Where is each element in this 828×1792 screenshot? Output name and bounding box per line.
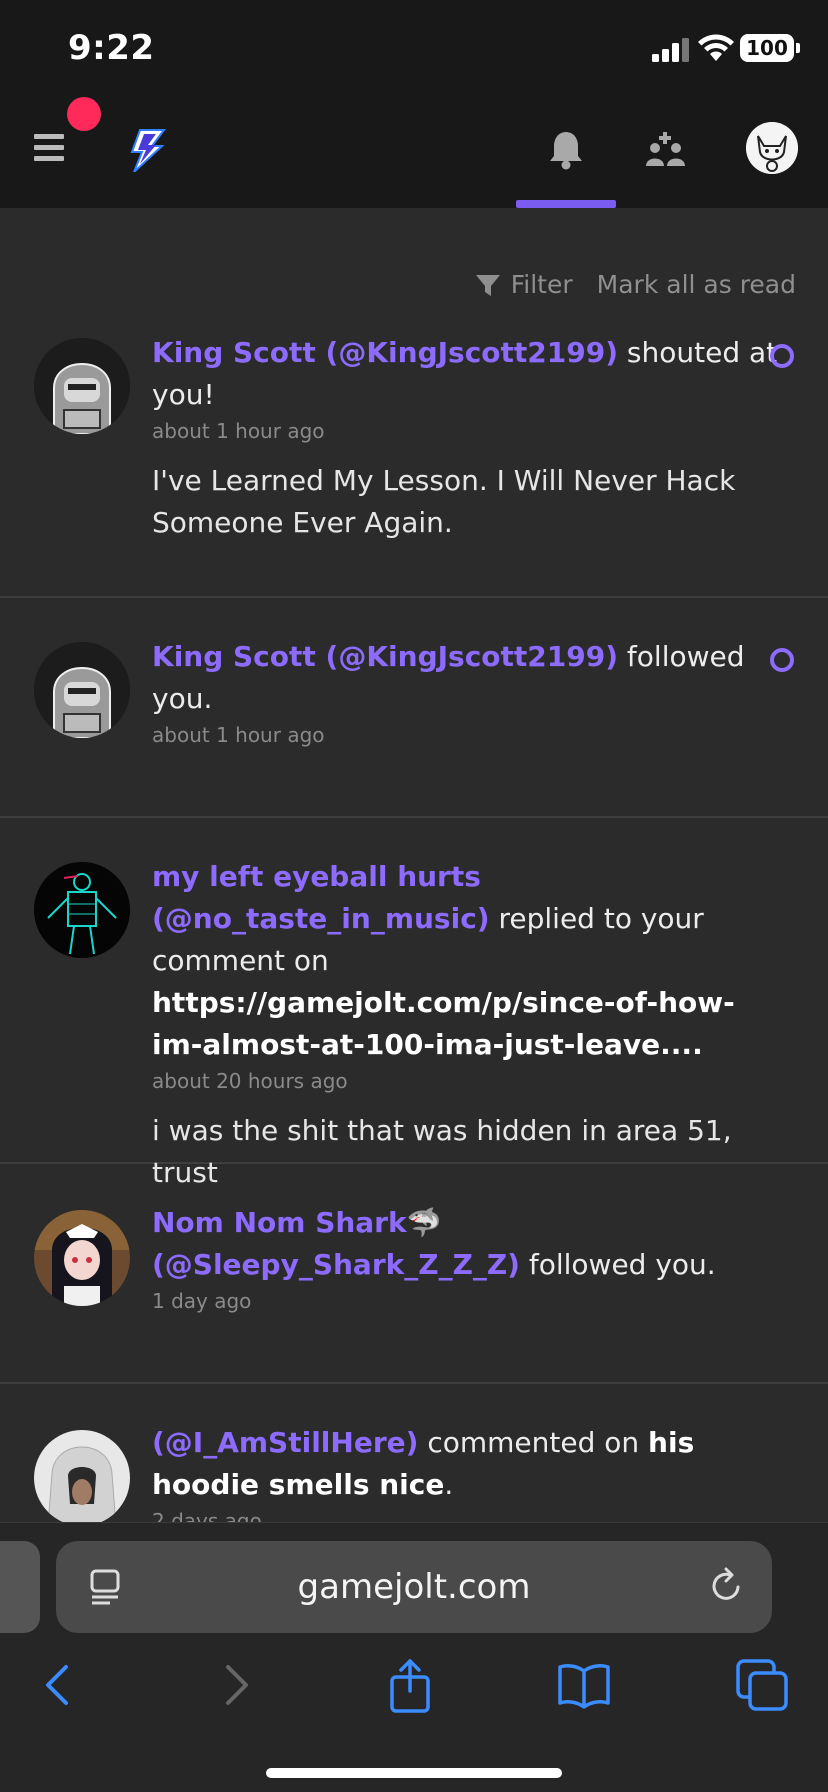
wifi-icon [698,34,734,61]
previous-tab-preview[interactable] [0,1541,40,1633]
home-indicator[interactable] [266,1768,562,1778]
bookmarks-icon[interactable] [556,1657,612,1713]
hooded-figure-avatar-icon [34,338,130,434]
user-link[interactable]: Nom Nom Shark🦈 (@Sleepy_Shark_Z_Z_Z) [152,1206,520,1281]
top-nav [0,92,828,208]
notification-content: (@I_AmStillHere) commented on his hoodie… [152,1422,784,1524]
avatar[interactable] [34,1210,130,1306]
tabs-icon[interactable] [734,1657,790,1713]
notification-title: King Scott (@KingJscott2199) followed yo… [152,636,784,720]
battery-indicator: 100 [740,34,800,62]
filter-label: Filter [510,270,573,299]
notification-item[interactable]: King Scott (@KingJscott2199) followed yo… [0,598,828,818]
notification-action: followed you. [519,1248,716,1281]
notification-badge [67,97,101,131]
notification-content: my left eyeball hurts (@no_taste_in_musi… [152,856,784,1194]
avatar[interactable] [34,1430,130,1524]
notification-content: King Scott (@KingJscott2199) shouted at … [152,332,784,544]
notification-title: (@I_AmStillHere) commented on his hoodie… [152,1422,784,1506]
notification-time: 1 day ago [152,1289,252,1313]
user-link[interactable]: King Scott (@KingJscott2199) [152,640,618,673]
mark-all-read-button[interactable]: Mark all as read [597,270,796,299]
avatar[interactable] [34,338,130,434]
menu-icon[interactable] [34,134,64,162]
forward-icon[interactable] [208,1657,264,1713]
reload-icon[interactable] [708,1567,744,1605]
hooded-figure-avatar-icon [34,642,130,738]
wireframe-figure-avatar-icon [34,862,130,958]
cellular-signal-icon [652,38,689,62]
anime-girl-avatar-icon [34,1210,130,1306]
active-tab-indicator [516,200,616,208]
back-icon[interactable] [30,1657,86,1713]
address-bar[interactable]: gamejolt.com [56,1541,772,1633]
notification-message: I've Learned My Lesson. I Will Never Hac… [152,464,736,539]
url-text: gamejolt.com [297,1567,531,1607]
hooded-assassin-avatar-icon [34,1430,130,1524]
user-avatar-icon [746,122,798,174]
unread-indicator[interactable] [770,344,794,368]
user-link[interactable]: (@I_AmStillHere) [152,1426,418,1459]
avatar[interactable] [34,642,130,738]
filter-icon [475,274,500,296]
notification-title: Nom Nom Shark🦈 (@Sleepy_Shark_Z_Z_Z) fol… [152,1202,784,1286]
status-time: 9:22 [68,28,155,68]
notification-time: about 1 hour ago [152,419,325,443]
gamejolt-logo-icon[interactable] [126,128,166,172]
friend-requests-icon[interactable] [646,132,686,168]
notification-content: Nom Nom Shark🦈 (@Sleepy_Shark_Z_Z_Z) fol… [152,1202,784,1316]
browser-toolbar: gamejolt.com [0,1522,828,1792]
avatar[interactable] [34,862,130,958]
filter-button[interactable]: Filter [475,270,573,299]
notification-item[interactable]: Nom Nom Shark🦈 (@Sleepy_Shark_Z_Z_Z) fol… [0,1164,828,1384]
user-link[interactable]: my left eyeball hurts (@no_taste_in_musi… [152,860,490,935]
notification-time: about 20 hours ago [152,1069,348,1093]
notification-item[interactable]: King Scott (@KingJscott2199) shouted at … [0,330,828,598]
notification-title: my left eyeball hurts (@no_taste_in_musi… [152,856,784,1066]
notification-actions: Filter Mark all as read [475,270,796,299]
notification-suffix: . [444,1468,454,1501]
notification-title: King Scott (@KingJscott2199) shouted at … [152,332,784,416]
notification-content: King Scott (@KingJscott2199) followed yo… [152,636,784,750]
status-bar: 9:22 100 [0,0,828,92]
notification-time: about 1 hour ago [152,723,325,747]
user-avatar[interactable] [746,122,798,174]
unread-indicator[interactable] [770,648,794,672]
share-icon[interactable] [382,1657,438,1713]
notification-action: commented on [418,1426,649,1459]
notification-item[interactable]: (@I_AmStillHere) commented on his hoodie… [0,1384,828,1524]
bell-icon[interactable] [548,130,584,170]
notification-item[interactable]: my left eyeball hurts (@no_taste_in_musi… [0,818,828,1189]
post-link[interactable]: https://gamejolt.com/p/since-of-how-im-a… [152,986,735,1061]
user-link[interactable]: King Scott (@KingJscott2199) [152,336,618,369]
